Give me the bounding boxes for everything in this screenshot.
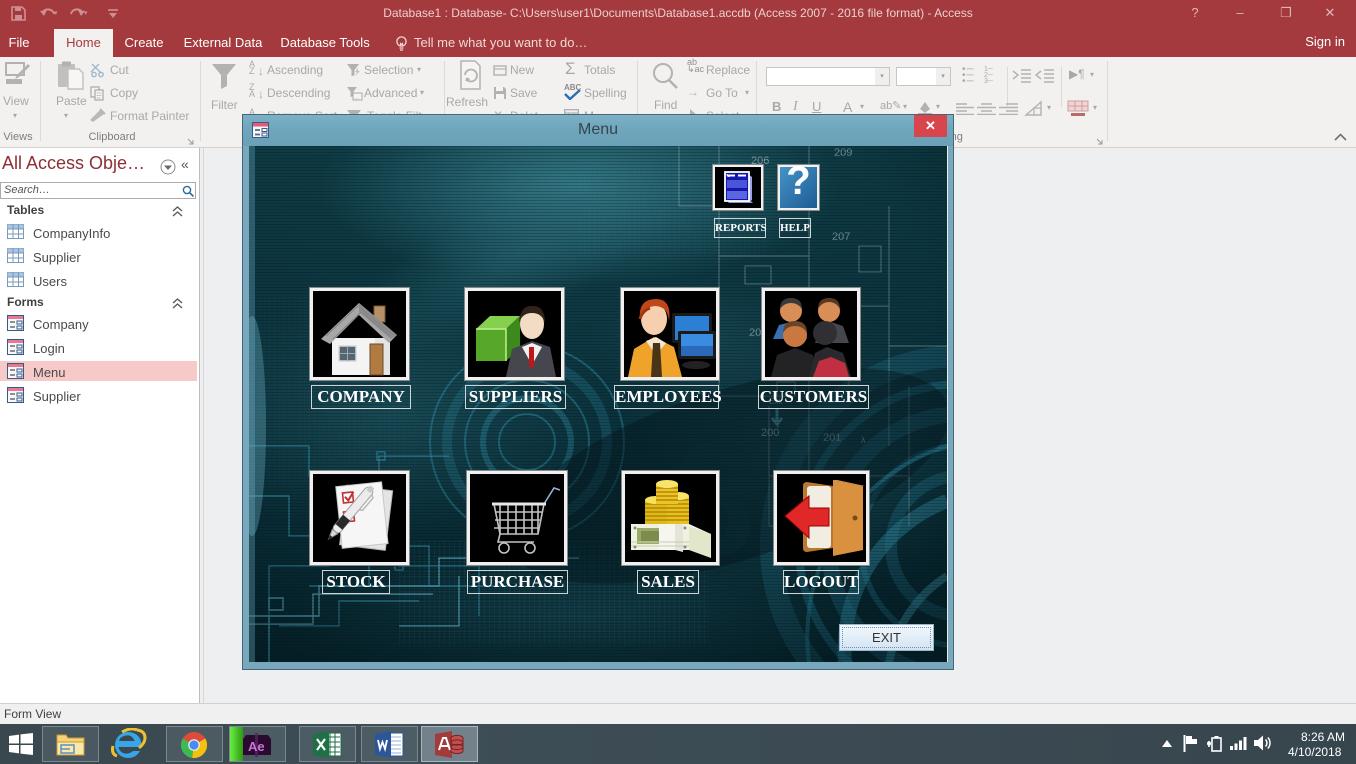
svg-text:...: ... <box>354 95 359 101</box>
svg-text:Ae: Ae <box>248 739 265 754</box>
